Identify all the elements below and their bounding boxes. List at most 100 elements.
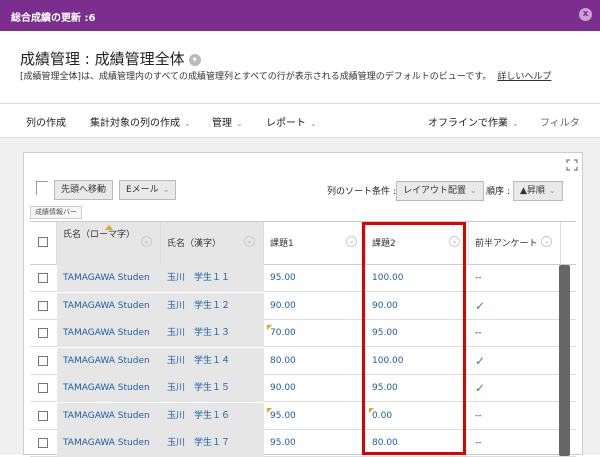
grade-cell-task1[interactable]: 80.00 (264, 348, 366, 375)
email-button[interactable]: Eメール ⌄ (119, 180, 177, 200)
chevron-down-icon: ⌄ (236, 119, 243, 128)
grade-cell-task1[interactable]: 95.00 (264, 265, 366, 292)
row-select-cell (30, 430, 57, 457)
grade-info-bar[interactable]: 成績情報バー (30, 206, 82, 219)
row-checkbox[interactable] (38, 355, 48, 366)
create-calc-column-menu[interactable]: 集計対象の列の作成 ⌄ (90, 114, 191, 129)
chevron-down-icon: ⌄ (548, 186, 556, 195)
expand-icon[interactable] (566, 159, 578, 171)
table-row: TAMAGAWA Studen 玉川 学生１５ 90.00 95.00 ✓ (30, 375, 576, 402)
row-checkbox[interactable] (38, 328, 48, 338)
student-name-kanji[interactable]: 玉川 学生１２ (161, 292, 264, 320)
grade-value: 95.00 (270, 438, 296, 448)
work-offline-label: オフラインで作業 (428, 118, 508, 129)
move-to-top-label: 先頭へ移動 (61, 185, 107, 195)
row-checkbox[interactable] (38, 438, 48, 448)
student-name-roman[interactable]: TAMAGAWA Studen (57, 292, 161, 320)
column-header-survey[interactable]: 前半アンケート ⌄ (469, 222, 561, 265)
column-header-name-roman[interactable]: 氏名（ローマ字） ⌄ (57, 222, 161, 265)
table-row: TAMAGAWA Studen 玉川 学生１４ 80.00 100.00 ✓ (30, 347, 576, 375)
grade-cell-task1[interactable]: 90.00 (264, 293, 366, 320)
create-column-button[interactable]: 列の作成 (26, 114, 66, 129)
page-title-text: 成績管理 : 成績管理全体 (20, 50, 185, 68)
grade-cell-survey[interactable]: -- (469, 430, 561, 457)
row-select-cell (30, 265, 57, 292)
student-name-kanji[interactable]: 玉川 学生１１ (161, 265, 264, 292)
needs-grading-flag-icon (267, 407, 272, 413)
needs-grading-flag-icon (267, 325, 272, 330)
table-row: TAMAGAWA Studen 玉川 学生１７ 95.00 80.00 -- (30, 430, 576, 457)
filter-label: フィルタ (540, 118, 580, 129)
grade-cell-survey[interactable]: -- (469, 403, 561, 430)
order-label: 順序 : (486, 187, 510, 197)
filter-button[interactable]: フィルタ (540, 114, 580, 129)
select-all-checkbox[interactable] (38, 237, 48, 247)
column-header-task1[interactable]: 課題1 ⌄ (264, 222, 366, 265)
page-description: [成績管理全体]は、成績管理内のすべての成績管理列とすべての行が表示される成績管… (20, 69, 551, 82)
help-link[interactable]: 詳しいヘルプ (497, 72, 551, 82)
checkmark-icon[interactable]: ✓ (469, 293, 561, 320)
row-select-cell (30, 348, 57, 375)
row-checkbox[interactable] (38, 410, 48, 421)
table-row: TAMAGAWA Studen 玉川 学生１２ 90.00 90.00 ✓ (30, 292, 576, 320)
column-header-label: 氏名（ローマ字） (63, 230, 136, 240)
chevron-down-icon[interactable]: ⌄ (346, 236, 357, 247)
action-menubar: 列の作成 集計対象の列の作成 ⌄ 管理 ⌄ レポート ⌄ オフラインで作業 ⌄ フィルタ (0, 105, 600, 137)
grade-value: 95.00 (270, 410, 296, 421)
chevron-down-icon[interactable]: ⌄ (244, 236, 255, 247)
ascending-select[interactable]: ▲昇順 ⌄ (513, 181, 563, 201)
sort-arrow-icon (105, 225, 113, 230)
grade-cell-task1[interactable]: 95.00 (264, 430, 366, 457)
grade-cell-survey[interactable]: -- (469, 320, 561, 347)
checkmark-icon[interactable]: ✓ (469, 348, 561, 375)
chevron-down-icon: ⌄ (162, 185, 170, 194)
student-name-roman[interactable]: TAMAGAWA Studen (57, 402, 161, 430)
student-name-roman[interactable]: TAMAGAWA Studen (57, 430, 161, 457)
reports-label: レポート (266, 118, 306, 129)
student-name-roman[interactable]: TAMAGAWA Studen (57, 375, 161, 402)
chevron-down-icon[interactable]: ⌄ (141, 236, 152, 247)
grade-value: 90.00 (270, 300, 296, 311)
grade-cell-task1[interactable]: 95.00 (264, 403, 366, 430)
student-name-kanji[interactable]: 玉川 学生１６ (161, 402, 264, 430)
student-name-kanji[interactable]: 玉川 学生１５ (161, 375, 264, 402)
close-icon[interactable]: x (579, 8, 592, 21)
student-name-roman[interactable]: TAMAGAWA Studen (57, 320, 161, 347)
row-checkbox[interactable] (38, 273, 48, 283)
manage-menu[interactable]: 管理 ⌄ (212, 114, 243, 129)
table-row: TAMAGAWA Studen 玉川 学生１１ 95.00 100.00 -- (30, 265, 576, 292)
row-select-cell (30, 403, 57, 430)
student-name-roman[interactable]: TAMAGAWA Studen (57, 347, 161, 375)
column-header-name-kanji[interactable]: 氏名（漢字） ⌄ (161, 222, 264, 265)
chevron-down-icon: ⌄ (184, 119, 191, 128)
reports-menu[interactable]: レポート ⌄ (266, 114, 317, 129)
chevron-down-icon[interactable]: ▾ (188, 54, 201, 66)
chevron-down-icon[interactable]: ⌄ (541, 236, 552, 247)
student-name-roman[interactable]: TAMAGAWA Studen (57, 265, 161, 292)
student-name-kanji[interactable]: 玉川 学生１７ (161, 430, 264, 457)
work-offline-menu[interactable]: オフラインで作業 ⌄ (428, 114, 519, 129)
vertical-scrollbar[interactable] (559, 265, 570, 456)
sort-columns-label: 列のソート条件 : (327, 187, 396, 197)
row-checkbox[interactable] (38, 383, 48, 393)
student-name-kanji[interactable]: 玉川 学生１４ (161, 347, 264, 375)
grade-center-grid: 先頭へ移動 Eメール ⌄ 列のソート条件 : レイアウト配置 ⌄ 順序 : ▲昇順 ⌄… (23, 152, 583, 457)
divider (0, 103, 600, 104)
description-text: [成績管理全体]は、成績管理内のすべての成績管理列とすべての行が表示される成績管… (20, 72, 492, 82)
layout-order-select[interactable]: レイアウト配置 ⌄ (396, 181, 484, 201)
email-label: Eメール (126, 185, 159, 195)
grade-cell-task1[interactable]: 90.00 (264, 375, 366, 402)
row-select-cell (30, 375, 57, 402)
chevron-down-icon: ⌄ (310, 119, 317, 128)
move-to-top-button[interactable]: 先頭へ移動 (54, 180, 114, 200)
column-header-label: 課題1 (270, 239, 294, 249)
highlight-box (362, 222, 466, 455)
arrow-corner-icon (36, 181, 48, 195)
row-checkbox[interactable] (38, 300, 48, 311)
checkmark-icon[interactable]: ✓ (469, 375, 561, 402)
chevron-down-icon: ⌄ (512, 119, 519, 128)
notification-title: 総合成績の更新 :6 (11, 13, 96, 24)
student-name-kanji[interactable]: 玉川 学生１３ (161, 320, 264, 347)
grade-cell-task1[interactable]: 70.00 (264, 320, 366, 347)
grade-cell-survey[interactable]: -- (469, 265, 561, 292)
